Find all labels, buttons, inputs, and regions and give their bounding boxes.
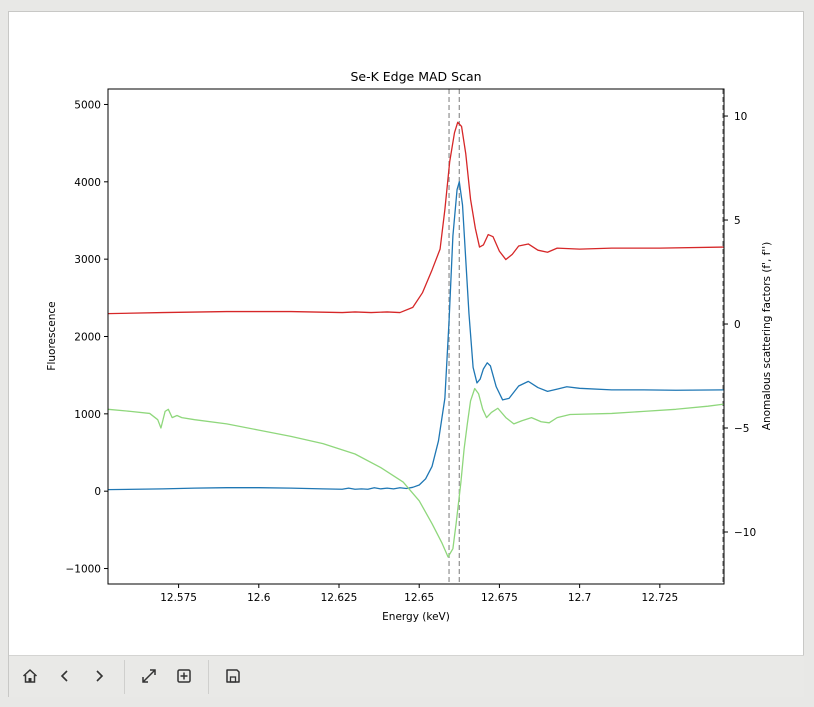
y-tick-label-left: 4000 bbox=[74, 177, 101, 189]
series-line-2 bbox=[108, 387, 724, 558]
y-tick-label-right: −10 bbox=[734, 527, 756, 539]
series-group bbox=[108, 121, 724, 558]
y-tick-label-left: −1000 bbox=[65, 564, 101, 576]
x-tick-label: 12.675 bbox=[481, 592, 518, 604]
zoom-button[interactable] bbox=[170, 662, 198, 690]
forward-button[interactable] bbox=[85, 662, 113, 690]
back-button[interactable] bbox=[51, 662, 79, 690]
y-tick-label-right: 0 bbox=[734, 319, 741, 331]
x-tick-label: 12.65 bbox=[404, 592, 434, 604]
y-tick-label-left: 5000 bbox=[74, 99, 101, 111]
y-tick-label-right: 10 bbox=[734, 111, 747, 123]
y-axis-label-right: Anomalous scattering factors (f', f'') bbox=[761, 242, 773, 430]
x-tick-label: 12.625 bbox=[321, 592, 358, 604]
y-tick-label-left: 0 bbox=[94, 486, 101, 498]
save-icon bbox=[226, 669, 240, 683]
x-tick-label: 12.7 bbox=[568, 592, 591, 604]
series-line-1 bbox=[108, 121, 724, 315]
y-tick-label-right: 5 bbox=[734, 215, 741, 227]
save-button[interactable] bbox=[219, 662, 247, 690]
plot-frame bbox=[107, 88, 725, 585]
chevron-left-icon bbox=[60, 670, 68, 682]
chart-title: Se-K Edge MAD Scan bbox=[350, 69, 481, 84]
y-tick-label-right: −5 bbox=[734, 423, 749, 435]
home-button[interactable] bbox=[16, 662, 44, 690]
toolbar-separator bbox=[208, 660, 209, 694]
x-tick-label: 12.6 bbox=[247, 592, 271, 604]
zoom-rect-icon bbox=[177, 669, 191, 683]
expand-arrows-icon bbox=[142, 669, 156, 683]
y-axis-label-left: Fluorescence bbox=[46, 301, 58, 370]
y-tick-label-left: 3000 bbox=[74, 254, 101, 266]
x-tick-label: 12.575 bbox=[160, 592, 197, 604]
chart-canvas: 12.575 12.6 12.625 12.65 12.675 12.7 12.725500… bbox=[46, 69, 773, 623]
chevron-right-icon bbox=[96, 670, 104, 682]
navigation-toolbar bbox=[9, 655, 804, 697]
x-tick-label: 12.725 bbox=[641, 592, 678, 604]
series-line-0 bbox=[108, 181, 724, 491]
y-tick-label-left: 2000 bbox=[74, 332, 101, 344]
y-tick-label-left: 1000 bbox=[74, 409, 101, 421]
toolbar-separator bbox=[124, 660, 125, 694]
pan-button[interactable] bbox=[135, 662, 163, 690]
home-icon bbox=[22, 669, 38, 683]
x-axis-label: Energy (keV) bbox=[382, 611, 450, 623]
